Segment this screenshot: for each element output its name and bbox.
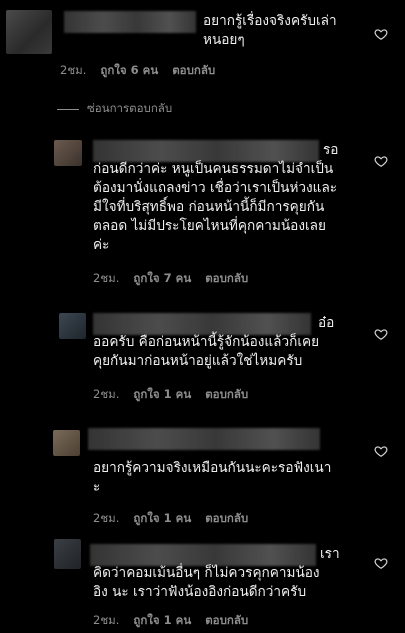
reply-button[interactable]: ตอบกลับ bbox=[205, 510, 248, 528]
likes-count[interactable]: ถูกใจ 7 คน bbox=[133, 270, 191, 288]
likes-count[interactable]: ถูกใจ 6 คน bbox=[100, 62, 158, 80]
comment-time: 2ชม. bbox=[60, 63, 87, 77]
comment-text-body: คิดว่าคอมเม้นอื่นๆ ก็ไม่ควรคุกคามน้อง อิ… bbox=[93, 565, 320, 600]
comment-meta: 2ชม. ถูกใจ 6 คน ตอบกลับ bbox=[60, 62, 215, 80]
divider-line bbox=[57, 108, 79, 110]
avatar[interactable] bbox=[59, 313, 86, 339]
likes-count[interactable]: ถูกใจ 1 คน bbox=[133, 612, 191, 630]
heart-icon[interactable] bbox=[374, 556, 388, 570]
heart-icon[interactable] bbox=[374, 154, 388, 168]
heart-icon[interactable] bbox=[374, 327, 388, 341]
avatar[interactable] bbox=[6, 10, 52, 54]
comment-text: เรา คิดว่าคอมเม้นอื่นๆ ก็ไม่ควรคุกคามน้อง… bbox=[93, 545, 388, 602]
comment-meta: 2ชม. ถูกใจ 1 คน ตอบกลับ bbox=[93, 386, 248, 404]
comment-text: อยากรู้เรื่องจริงครับเล่า หนอยๆ bbox=[203, 13, 337, 48]
reply-button[interactable]: ตอบกลับ bbox=[172, 62, 215, 80]
comment-text-first-word: อ๋อ bbox=[318, 315, 335, 331]
comment-text-body: ก่อนดีกว่าค่ะ หนูเป็นคนธรรมดาไม่จำเป็น ต… bbox=[93, 161, 338, 253]
avatar[interactable] bbox=[54, 140, 82, 166]
comment-text-body: ออครับ คือก่อนหน้านี้รู้จักน้องแล้วก็เคย… bbox=[93, 334, 320, 369]
hide-replies-button[interactable]: ซ่อนการตอบกลับ bbox=[57, 100, 172, 118]
comment-time: 2ชม. bbox=[93, 511, 120, 525]
likes-count[interactable]: ถูกใจ 1 คน bbox=[133, 510, 191, 528]
comment-text-first-word: รอ bbox=[323, 142, 339, 158]
username-blurred[interactable] bbox=[64, 11, 196, 33]
avatar[interactable] bbox=[53, 430, 80, 456]
heart-icon[interactable] bbox=[374, 444, 388, 458]
username-blurred[interactable] bbox=[88, 428, 320, 450]
likes-count[interactable]: ถูกใจ 1 คน bbox=[133, 386, 191, 404]
comment-meta: 2ชม. ถูกใจ 1 คน ตอบกลับ bbox=[93, 612, 248, 630]
comment-meta: 2ชม. ถูกใจ 7 คน ตอบกลับ bbox=[93, 270, 248, 288]
comment-time: 2ชม. bbox=[93, 271, 120, 285]
comment-text: รอก่อนดีกว่าค่ะ หนูเป็นคนธรรมดาไม่จำเป็น… bbox=[93, 141, 383, 255]
comment-meta: 2ชม. ถูกใจ 1 คน ตอบกลับ bbox=[93, 510, 248, 528]
reply-button[interactable]: ตอบกลับ bbox=[205, 270, 248, 288]
comment-time: 2ชม. bbox=[93, 387, 120, 401]
comment-text-first-word: เรา bbox=[320, 546, 340, 562]
hide-replies-label: ซ่อนการตอบกลับ bbox=[87, 101, 173, 115]
comment-time: 2ชม. bbox=[93, 613, 120, 627]
reply-button[interactable]: ตอบกลับ bbox=[205, 612, 248, 630]
comment-text: อยากรู้ความจริงเหมือนกันนะคะรอฟังเนา ะ bbox=[93, 460, 332, 495]
comment-text: อ๋อออครับ คือก่อนหน้านี้รู้จักน้องแล้วก็… bbox=[93, 314, 383, 371]
reply-button[interactable]: ตอบกลับ bbox=[205, 386, 248, 404]
heart-icon[interactable] bbox=[374, 27, 388, 41]
avatar[interactable] bbox=[54, 539, 81, 569]
